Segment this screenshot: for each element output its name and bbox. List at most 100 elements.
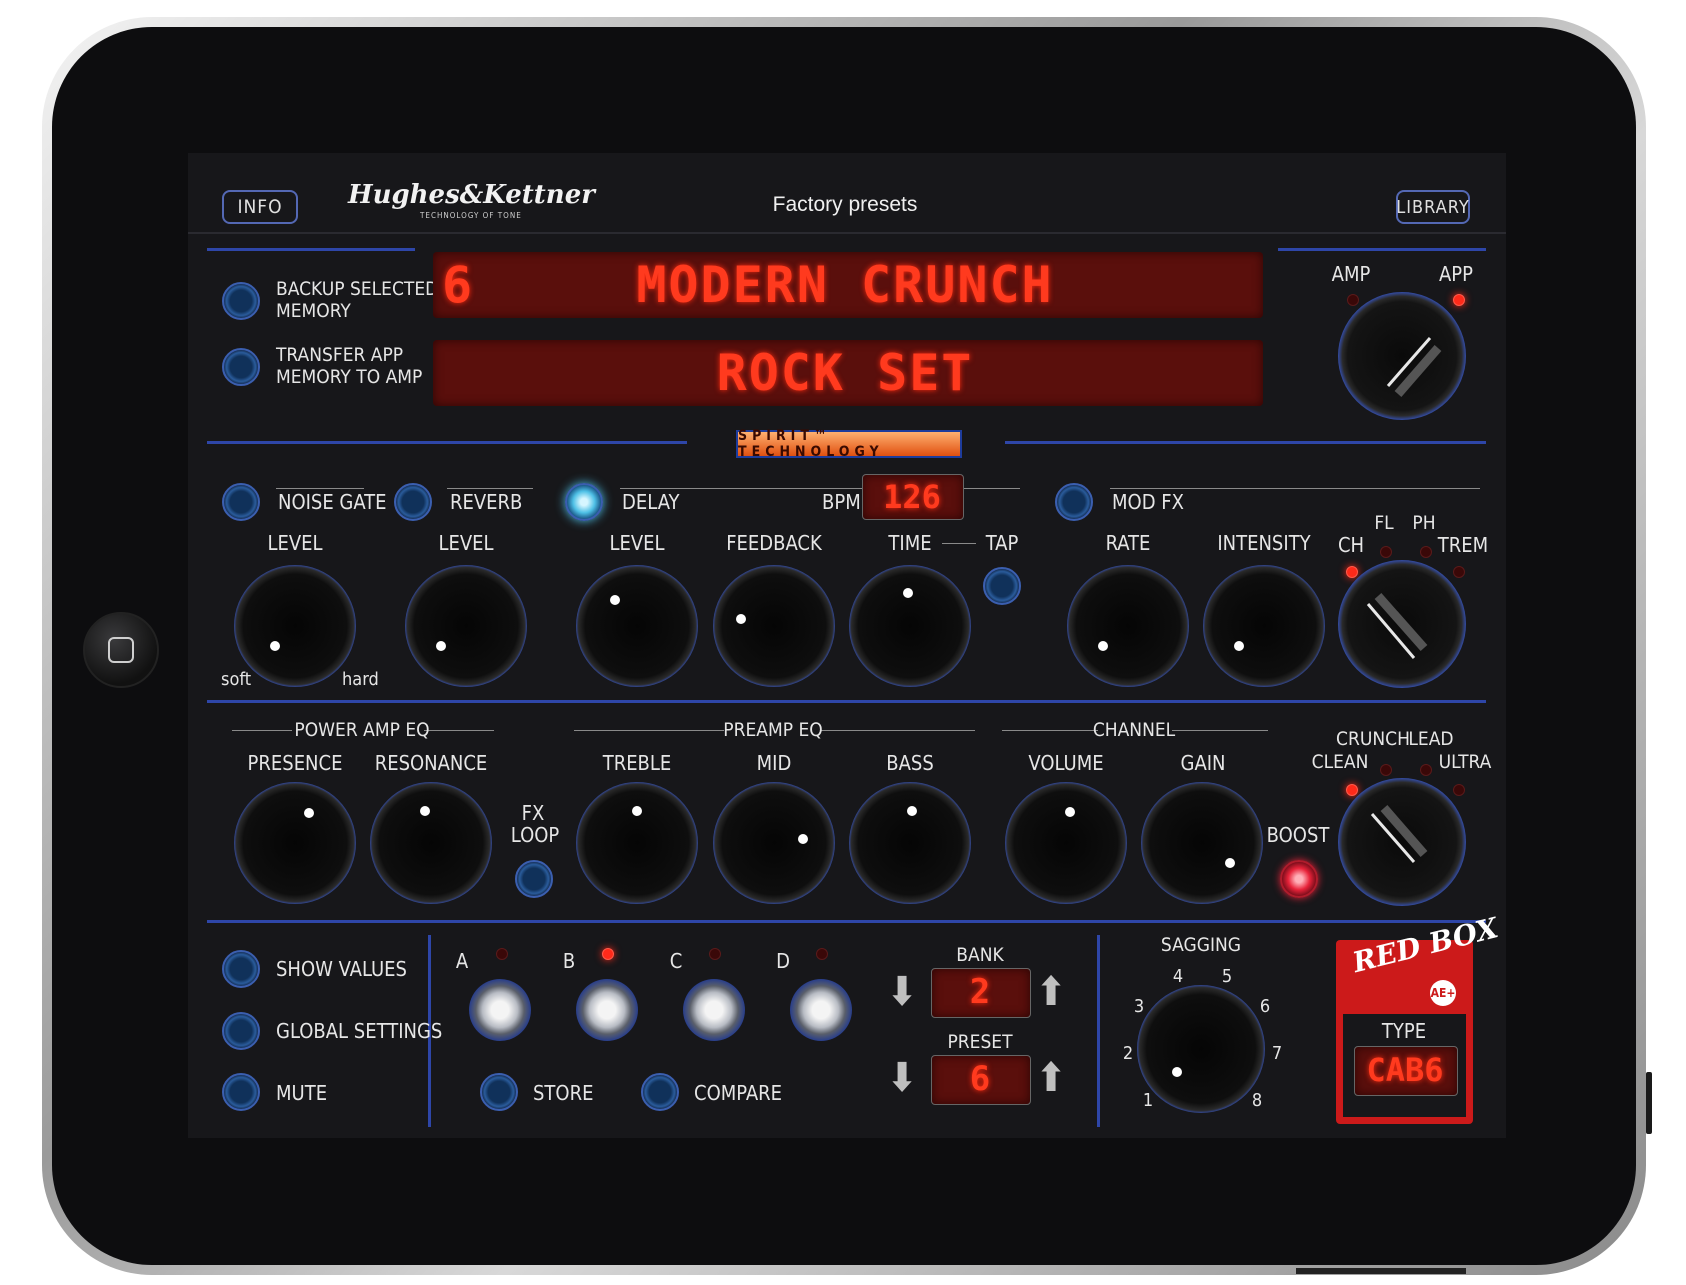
channel-clean-label: CLEAN [1311, 751, 1369, 773]
mod-type-fl-led [1380, 546, 1392, 558]
bank-down-arrow-icon[interactable]: ⬇ [887, 972, 917, 1012]
mod-fx-button[interactable] [1055, 483, 1093, 521]
sagging-knob[interactable] [1137, 985, 1265, 1113]
volume-label: VOLUME [1028, 751, 1104, 775]
noise-gate-level-knob[interactable] [234, 565, 356, 687]
redbox-type-label: TYPE [1381, 1019, 1427, 1043]
store-button[interactable] [480, 1073, 518, 1111]
noise-gate-label: NOISE GATE [278, 490, 387, 514]
footswitch-c-label: C [669, 949, 683, 973]
backup-memory-label-1: BACKUP SELECTED [276, 278, 439, 300]
treble-knob[interactable] [576, 782, 698, 904]
channel-selector-knob[interactable] [1338, 778, 1466, 906]
tap-label: TAP [985, 531, 1019, 555]
soft-label: soft [221, 669, 252, 690]
footswitch-b-led [602, 948, 614, 960]
channel-lead-led [1420, 764, 1432, 776]
intensity-knob[interactable] [1203, 565, 1325, 687]
preset-down-arrow-icon[interactable]: ⬇ [887, 1058, 917, 1098]
gain-knob[interactable] [1141, 782, 1263, 904]
info-button[interactable]: INFO [222, 190, 298, 224]
bank-name: ROCK SET [716, 344, 974, 402]
feedback-knob[interactable] [713, 565, 835, 687]
power-amp-eq-label: POWER AMP EQ [294, 719, 430, 741]
mod-type-trem-label: TREM [1437, 533, 1489, 557]
mod-type-ph-led [1420, 546, 1432, 558]
delay-button[interactable] [565, 483, 603, 521]
footswitch-c[interactable] [683, 979, 745, 1041]
sagging-label: SAGGING [1160, 934, 1242, 956]
mod-type-fl-label: FL [1374, 512, 1394, 534]
volume-knob[interactable] [1005, 782, 1127, 904]
resonance-knob[interactable] [370, 782, 492, 904]
sagging-step-7: 7 [1271, 1043, 1283, 1064]
footswitch-d-led [816, 948, 828, 960]
mod-type-selector-knob[interactable] [1338, 560, 1466, 688]
show-values-button[interactable] [222, 950, 260, 988]
mute-button[interactable] [222, 1073, 260, 1111]
mod-type-ch-label: CH [1337, 533, 1365, 557]
treble-label: TREBLE [602, 751, 672, 775]
divider [207, 920, 1486, 923]
fx-loop-label-1: FX [521, 801, 545, 825]
channel-crunch-label: CRUNCH [1336, 728, 1410, 750]
delay-level-knob[interactable] [576, 565, 698, 687]
reverb-level-knob[interactable] [405, 565, 527, 687]
library-button[interactable]: LIBRARY [1396, 190, 1470, 224]
side-key [1646, 1072, 1652, 1134]
mid-knob[interactable] [713, 782, 835, 904]
page-title: Factory presets [772, 193, 918, 216]
bank-up-arrow-icon[interactable]: ⬆ [1036, 972, 1066, 1012]
boost-button[interactable] [1280, 860, 1318, 898]
transfer-memory-label-1: TRANSFER APP [276, 344, 404, 366]
sagging-step-4: 4 [1172, 966, 1184, 987]
global-settings-label: GLOBAL SETTINGS [276, 1019, 443, 1043]
delay-label: DELAY [622, 490, 680, 514]
selector-pointer-icon [1366, 593, 1428, 659]
reverb-label: REVERB [450, 490, 523, 514]
bank-value: 2 [969, 972, 991, 1012]
reverb-button[interactable] [394, 483, 432, 521]
footswitch-a-label: A [455, 949, 469, 973]
footswitch-b-label: B [562, 949, 576, 973]
section-rule [276, 488, 364, 489]
preset-up-arrow-icon[interactable]: ⬆ [1036, 1058, 1066, 1098]
compare-label: COMPARE [694, 1081, 782, 1105]
noise-gate-button[interactable] [222, 483, 260, 521]
rate-knob[interactable] [1067, 565, 1189, 687]
show-values-label: SHOW VALUES [276, 957, 407, 981]
spirit-technology-badge: SPIRIT™ TECHNOLOGY [736, 428, 962, 460]
section-rule [1002, 730, 1098, 731]
tap-button[interactable] [983, 567, 1021, 605]
amp-app-selector-knob[interactable] [1338, 292, 1466, 420]
channel-label: CHANNEL [1092, 719, 1176, 741]
brand-logo: Hughes&Kettner [348, 180, 595, 210]
divider [207, 248, 415, 251]
transfer-memory-button[interactable] [222, 348, 260, 386]
fx-loop-label-2: LOOP [510, 823, 560, 847]
presence-knob[interactable] [234, 782, 356, 904]
redbox-type-value: CAB6 [1366, 1051, 1444, 1089]
amp-label: AMP [1331, 262, 1371, 286]
selector-pointer-icon [1370, 805, 1428, 863]
resonance-label: RESONANCE [374, 751, 488, 775]
compare-button[interactable] [641, 1073, 679, 1111]
sagging-step-2: 2 [1122, 1043, 1134, 1064]
boost-label: BOOST [1266, 823, 1330, 847]
time-knob[interactable] [849, 565, 971, 687]
section-rule [232, 730, 292, 731]
fx-loop-button[interactable] [515, 860, 553, 898]
redbox-badge: AE+ [1430, 980, 1456, 1006]
topbar-divider [188, 232, 1506, 234]
bass-knob[interactable] [849, 782, 971, 904]
footswitch-a[interactable] [469, 979, 531, 1041]
sagging-step-5: 5 [1221, 966, 1233, 987]
brand-tagline: TECHNOLOGY OF TONE [420, 211, 522, 220]
footswitch-d[interactable] [790, 979, 852, 1041]
footswitch-b[interactable] [576, 979, 638, 1041]
backup-memory-button[interactable] [222, 282, 260, 320]
preset-number: 6 [442, 256, 473, 314]
global-settings-button[interactable] [222, 1012, 260, 1050]
rate-label: RATE [1105, 531, 1151, 555]
feedback-label: FEEDBACK [726, 531, 822, 555]
